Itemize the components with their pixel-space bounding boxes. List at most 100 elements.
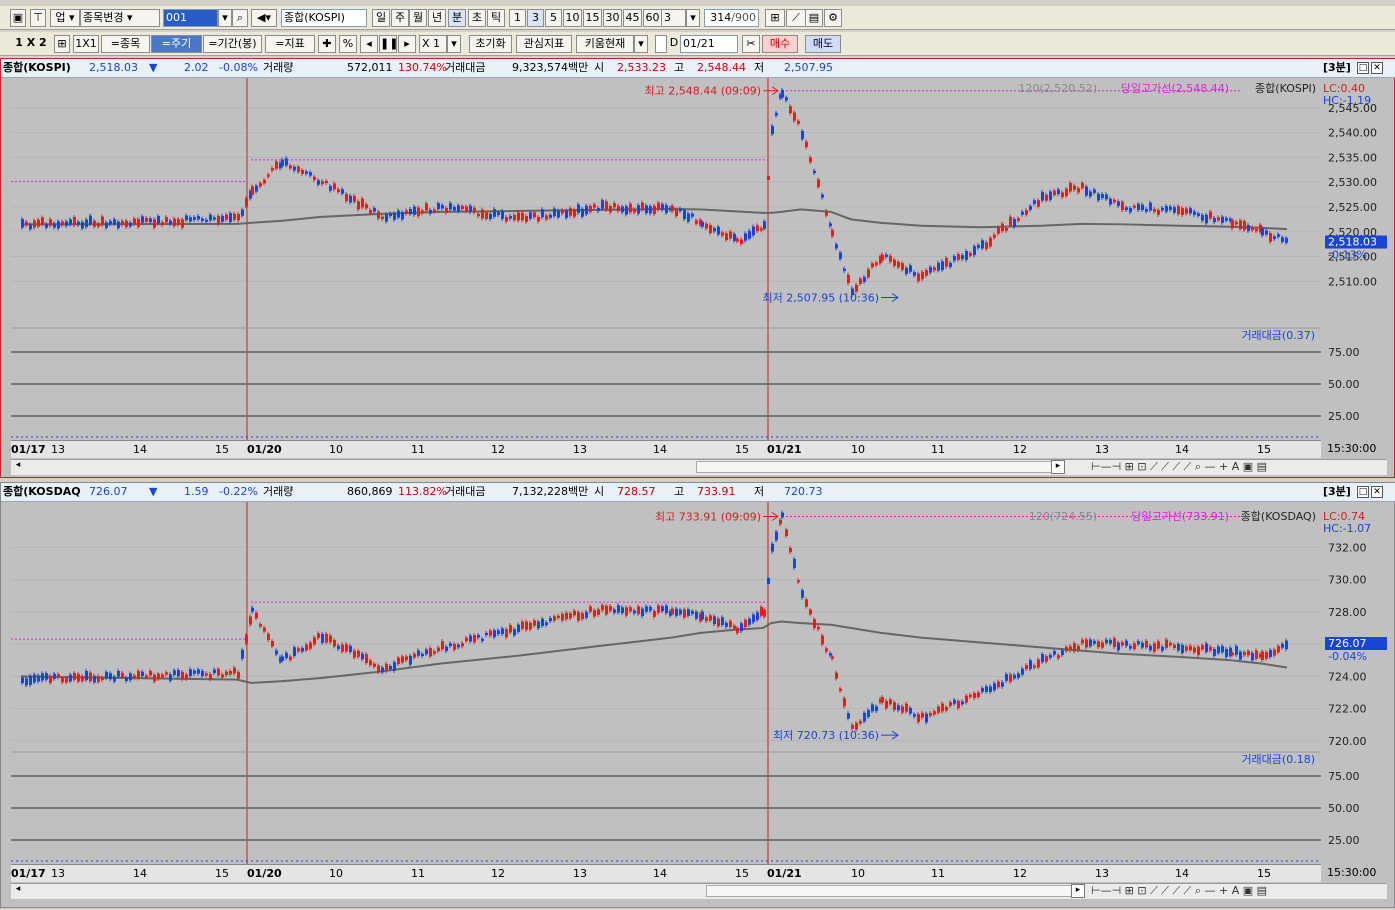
indicator-button[interactable]: =지표 — [265, 35, 315, 53]
count-dropdown-icon[interactable]: ▾ — [686, 9, 700, 27]
minute-button[interactable]: 30 — [603, 9, 622, 27]
candle — [309, 172, 312, 176]
chart-tools-icons[interactable]: ⊢—⊣ ⊞ ⊡ ⟋ ⟋ ⟋ ⟋ ⌕ — + A ▣ ▤ — [1091, 460, 1267, 474]
period-button[interactable]: 초 — [468, 9, 486, 27]
search-icon[interactable]: ⌕ — [232, 9, 248, 27]
candle — [65, 221, 68, 227]
minute-button[interactable]: 1 — [509, 9, 526, 27]
open-label: 시 — [594, 61, 605, 74]
window-icon[interactable]: ▣ — [10, 9, 26, 27]
code-dropdown-icon[interactable]: ▾ — [218, 9, 232, 27]
symbol-button[interactable]: =종목 — [101, 35, 150, 53]
count-select[interactable]: 3 — [660, 9, 686, 27]
one-by-one-button[interactable]: 1X1 — [73, 35, 99, 53]
zoom-select[interactable]: X 1 — [419, 35, 447, 53]
candle — [1197, 646, 1200, 656]
pin-icon[interactable]: ⊤ — [30, 9, 46, 27]
period-button[interactable]: 틱 — [487, 9, 505, 27]
market-select[interactable]: 업 ▾ — [50, 9, 80, 27]
candle-icon[interactable]: ⊞ — [765, 9, 785, 27]
sell-button[interactable]: 매도 — [805, 35, 841, 53]
prev-icon[interactable]: ◂ — [360, 35, 378, 53]
scroll-left-icon[interactable]: ◂ — [11, 884, 25, 898]
favorite-indicator-button[interactable]: 관심지표 — [516, 35, 572, 53]
period-button[interactable]: 주 — [391, 9, 409, 27]
candle — [1037, 200, 1040, 207]
candle — [145, 675, 148, 678]
price-chart[interactable]: 720.00722.00724.00726.00728.00730.00732.… — [1, 502, 1394, 864]
scroll-right-icon[interactable]: ▸ — [1051, 460, 1065, 474]
volume-value: 572,011 — [347, 61, 393, 74]
candle — [921, 271, 924, 280]
zoom-dropdown-icon[interactable]: ▾ — [447, 35, 461, 53]
restore-icon[interactable]: □ — [1357, 486, 1369, 498]
gear-icon[interactable]: ⚙ — [824, 9, 842, 27]
minute-button[interactable]: 60 — [643, 9, 662, 27]
line-chart-icon[interactable]: ⟋ — [786, 9, 806, 27]
candle — [125, 220, 128, 228]
horizontal-scrollbar[interactable]: ◂ ▸ ⊢—⊣ ⊞ ⊡ ⟋ ⟋ ⟋ ⟋ ⌕ — + A ▣ ▤ — [11, 459, 1387, 475]
candle — [957, 700, 960, 709]
period-button[interactable]: 월 — [409, 9, 427, 27]
close-icon[interactable]: ✕ — [1371, 62, 1383, 74]
scroll-right-icon[interactable]: ▸ — [1071, 884, 1085, 898]
chart-tools-icons[interactable]: ⊢—⊣ ⊞ ⊡ ⟋ ⟋ ⟋ ⟋ ⌕ — + A ▣ ▤ — [1091, 884, 1267, 898]
candle — [748, 230, 751, 239]
candle — [633, 209, 636, 213]
kiwoom-dropdown-icon[interactable]: ▾ — [634, 35, 648, 53]
candle — [679, 609, 682, 615]
close-icon[interactable]: ✕ — [1371, 486, 1383, 498]
speaker-icon[interactable]: ◀▾ — [251, 9, 277, 27]
candle — [763, 221, 766, 229]
grid-icon[interactable]: ⊞ — [54, 35, 70, 53]
symbol-change-select[interactable]: 종목변경 ▾ — [80, 9, 160, 27]
candle — [275, 161, 278, 169]
candle — [1281, 237, 1284, 243]
bar-count-field[interactable]: 314/900 — [704, 9, 759, 27]
period-button[interactable]: 분 — [448, 9, 466, 27]
buy-button[interactable]: 매수 — [762, 35, 798, 53]
candle — [509, 625, 512, 633]
candle — [141, 216, 144, 223]
candle — [875, 262, 878, 266]
reset-button[interactable]: 초기화 — [469, 35, 512, 53]
price-chart[interactable]: 2,510.002,515.002,520.002,525.002,530.00… — [1, 78, 1394, 440]
pause-icon[interactable]: ❚❚ — [379, 35, 397, 53]
scroll-thumb[interactable] — [696, 461, 1056, 473]
candle — [49, 219, 52, 226]
layout-label[interactable]: 1 X 2 — [10, 35, 52, 53]
horizontal-scrollbar[interactable]: ◂ ▸ ⊢—⊣ ⊞ ⊡ ⟋ ⟋ ⟋ ⟋ ⌕ — + A ▣ ▤ — [11, 883, 1387, 899]
candle — [1053, 651, 1056, 655]
restore-icon[interactable]: □ — [1357, 62, 1369, 74]
date-input[interactable]: 01/21 — [680, 35, 738, 53]
minute-button[interactable]: 5 — [545, 9, 562, 27]
candle — [871, 704, 874, 712]
candle — [101, 677, 104, 680]
kiwoom-current-select[interactable]: 키움현재 — [576, 35, 634, 53]
bar-count: 314 — [710, 11, 732, 24]
code-input[interactable]: 001 — [163, 9, 218, 27]
minute-button[interactable]: 10 — [563, 9, 582, 27]
next-icon[interactable]: ▸ — [398, 35, 416, 53]
price-header: 종합(KOSDAQ 726.07 ▼ 1.59 -0.22% 거래량 860,869 113.… — [1, 483, 1395, 502]
save-icon[interactable]: ▤ — [805, 9, 823, 27]
cycle-button[interactable]: =주기 — [151, 35, 202, 53]
minute-button[interactable]: 45 — [623, 9, 642, 27]
date-checkbox[interactable] — [655, 35, 667, 53]
candle — [105, 222, 108, 228]
minute-button[interactable]: 15 — [583, 9, 602, 27]
scroll-thumb[interactable] — [706, 885, 1074, 897]
period-button[interactable]: 일 — [372, 9, 390, 27]
percent-icon[interactable]: % — [339, 35, 357, 53]
candle — [69, 219, 72, 225]
candle — [917, 714, 920, 723]
scroll-left-icon[interactable]: ◂ — [11, 460, 25, 474]
crosshair-icon[interactable]: ✚ — [318, 35, 336, 53]
range-button[interactable]: =기간(봉) — [203, 35, 262, 53]
period-button[interactable]: 년 — [428, 9, 446, 27]
candle — [1017, 673, 1020, 678]
minute-button[interactable]: 3 — [527, 9, 544, 27]
candle — [687, 609, 690, 616]
scissors-icon[interactable]: ✂ — [742, 35, 760, 53]
candle — [809, 157, 812, 163]
